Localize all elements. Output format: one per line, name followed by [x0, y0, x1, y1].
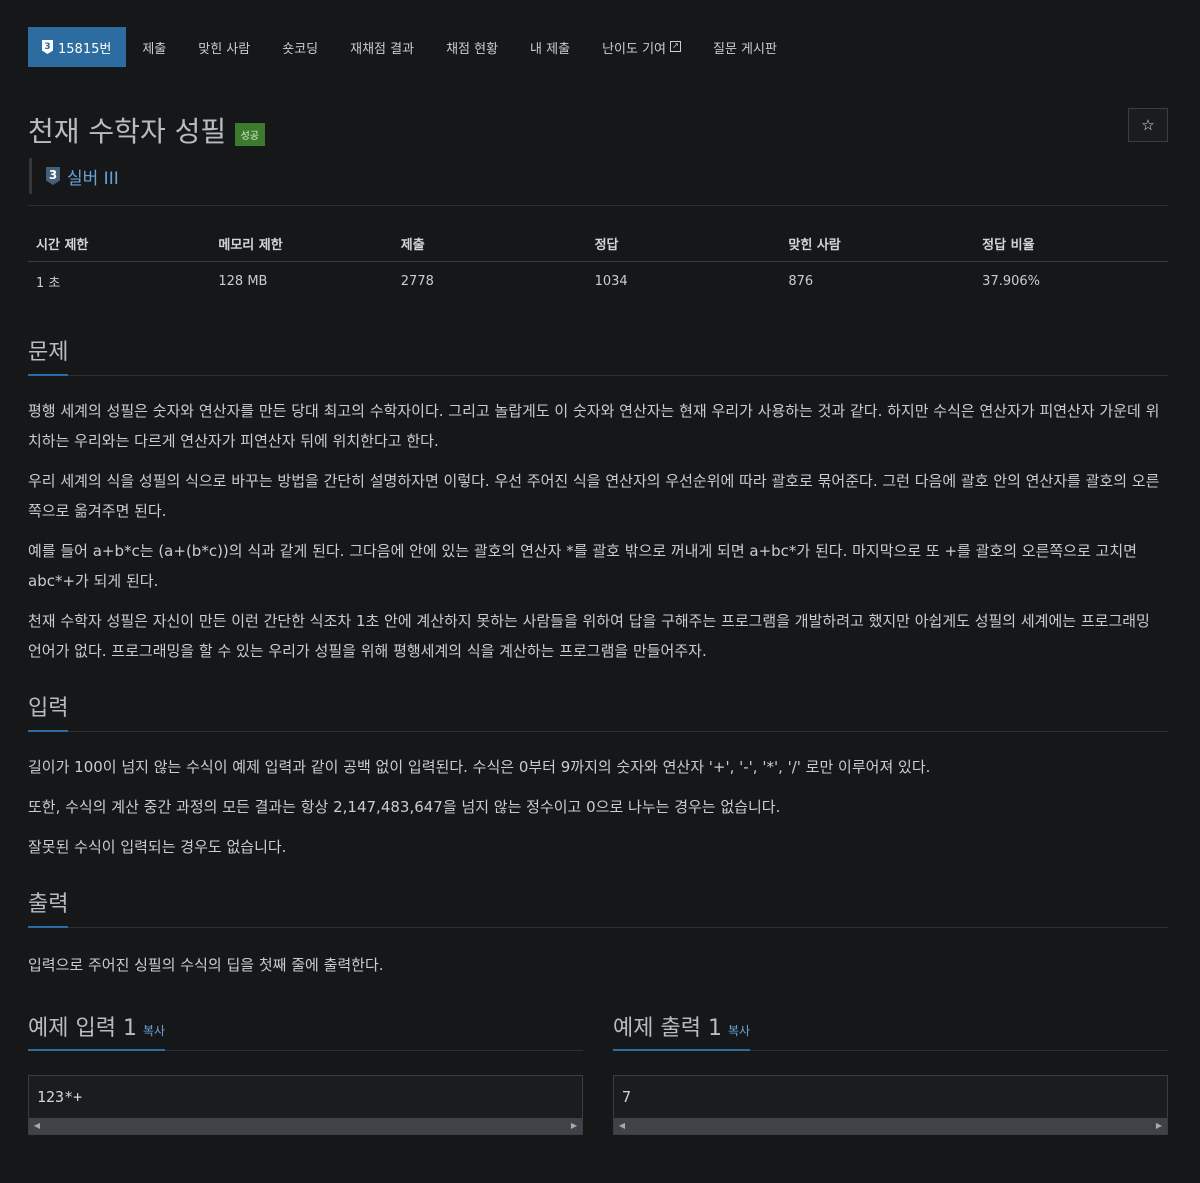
copy-output-button[interactable]: 복사 [728, 1024, 750, 1038]
nav-label: 15815번 [58, 41, 112, 57]
problem-stats-table: 시간 제한 메모리 제한 제출 정답 맞힌 사람 정답 비율 1 초 128 M… [28, 226, 1168, 300]
header-accept-ratio: 정답 비율 [974, 226, 1168, 262]
scroll-right-icon[interactable]: ▶ [566, 1118, 582, 1134]
scroll-left-icon[interactable]: ◀ [614, 1118, 630, 1134]
table-header-row: 시간 제한 메모리 제한 제출 정답 맞힌 사람 정답 비율 [28, 226, 1168, 262]
nav-label: 난이도 기여 [602, 41, 666, 57]
paragraph: 입력으로 주어진 싱필의 수식의 딥을 첫째 줄에 출력한다. [28, 956, 384, 974]
section-heading: 문제 [28, 334, 69, 376]
scroll-left-icon[interactable]: ◀ [29, 1118, 45, 1134]
sample-title-text: 예제 출력 1 [613, 1016, 722, 1041]
horizontal-scrollbar[interactable]: ◀ ▶ [614, 1118, 1167, 1134]
tier-name-link[interactable]: 실버 III [67, 164, 119, 189]
nav-judge-status[interactable]: 채점 현황 [430, 27, 514, 67]
sample-input-code: 123*+ [37, 1088, 83, 1106]
nav-question-board[interactable]: 질문 게시판 [697, 27, 793, 67]
sample-output-code: 7 [622, 1088, 632, 1106]
divider [28, 731, 1168, 732]
problem-menu: 3 15815번 제출 맞힌 사람 숏코딩 재채점 결과 채점 현황 내 제출 난… [28, 27, 1168, 67]
input-section: 입력 길이가 100이 넘지 않는 수식이 예제 입력과 같이 공백 없이 입력… [28, 690, 1168, 862]
accepted-value: 1034 [594, 274, 628, 289]
sample-input-box[interactable]: 123*+ ◀ ▶ [28, 1075, 583, 1135]
samples: 예제 입력 1 복사 123*+ ◀ ▶ 예제 출력 1 복사 7 ◀ ▶ [28, 1010, 1168, 1135]
nav-difficulty-contribution[interactable]: 난이도 기여 ↗ [586, 27, 697, 67]
problem-description-section: 문제 평행 세계의 성필은 숫자와 연산자를 만든 당대 최고의 수학자이다. … [28, 334, 1168, 666]
memory-limit-value: 128 MB [218, 274, 268, 289]
divider [28, 927, 1168, 928]
star-icon: ☆ [1141, 116, 1155, 134]
section-heading: 입력 [28, 690, 69, 732]
divider [28, 205, 1168, 206]
paragraph: 또한, 수식의 계산 중간 과정의 모든 결과는 항상 2,147,483,64… [28, 798, 781, 816]
problem-title: 천재 수학자 성필 [28, 115, 227, 148]
paragraph: 우리 세계의 식을 성필의 식으로 바꾸는 방법을 간단히 설명하자면 이렇다.… [28, 472, 1160, 520]
silver-tier-icon: 3 [42, 40, 53, 54]
divider [28, 375, 1168, 376]
sample-input: 예제 입력 1 복사 123*+ ◀ ▶ [28, 1010, 583, 1135]
scroll-right-icon[interactable]: ▶ [1151, 1118, 1167, 1134]
external-link-icon: ↗ [670, 40, 681, 52]
accept-ratio-value: 37.906% [982, 274, 1041, 289]
header-solvers: 맞힌 사람 [780, 226, 975, 262]
silver-tier-icon: 3 [46, 167, 60, 185]
time-limit-value: 1 초 [36, 276, 61, 291]
nav-short-coding[interactable]: 숏코딩 [266, 27, 334, 67]
header-time-limit: 시간 제한 [28, 226, 211, 262]
copy-input-button[interactable]: 복사 [143, 1024, 165, 1038]
sample-output-box[interactable]: 7 ◀ ▶ [613, 1075, 1168, 1135]
solvers-value: 876 [788, 274, 814, 289]
favorite-star-button[interactable]: ☆ [1128, 108, 1168, 142]
header-memory-limit: 메모리 제한 [210, 226, 393, 262]
nav-rejudge-results[interactable]: 재채점 결과 [334, 27, 430, 67]
paragraph: 천재 수학자 성필은 자신이 만든 이런 간단한 식조차 1초 안에 계산하지 … [28, 612, 1150, 660]
problem-header: 천재 수학자 성필 성공 ☆ [28, 108, 1168, 148]
nav-solvers[interactable]: 맞힌 사람 [182, 27, 266, 67]
paragraph: 잘못된 수식이 입력되는 경우도 없습니다. [28, 838, 287, 856]
sample-output-title: 예제 출력 1 복사 [613, 1010, 751, 1051]
problem-tier: 3 실버 III [29, 158, 1168, 194]
paragraph: 예를 들어 a+b*c는 (a+(b*c))의 식과 같게 된다. 그다음에 안… [28, 542, 1137, 590]
horizontal-scrollbar[interactable]: ◀ ▶ [29, 1118, 582, 1134]
status-badge: 성공 [234, 122, 265, 146]
submissions-value: 2778 [400, 274, 434, 289]
header-submissions: 제출 [392, 226, 587, 262]
header-accepted: 정답 [586, 226, 781, 262]
sample-input-title: 예제 입력 1 복사 [28, 1010, 166, 1051]
nav-my-submissions[interactable]: 내 제출 [514, 27, 586, 67]
nav-problem-number[interactable]: 3 15815번 [28, 27, 127, 67]
output-section: 출력 입력으로 주어진 싱필의 수식의 딥을 첫째 줄에 출력한다. [28, 886, 1168, 980]
section-heading: 출력 [28, 886, 69, 928]
sample-title-text: 예제 입력 1 [28, 1016, 137, 1041]
sample-output: 예제 출력 1 복사 7 ◀ ▶ [613, 1010, 1168, 1135]
paragraph: 길이가 100이 넘지 않는 수식이 예제 입력과 같이 공백 없이 입력된다.… [28, 758, 931, 776]
paragraph: 평행 세계의 성필은 숫자와 연산자를 만든 당대 최고의 수학자이다. 그리고… [28, 402, 1160, 450]
table-row: 1 초 128 MB 2778 1034 876 37.906% [28, 262, 1168, 301]
nav-submit[interactable]: 제출 [126, 27, 182, 67]
